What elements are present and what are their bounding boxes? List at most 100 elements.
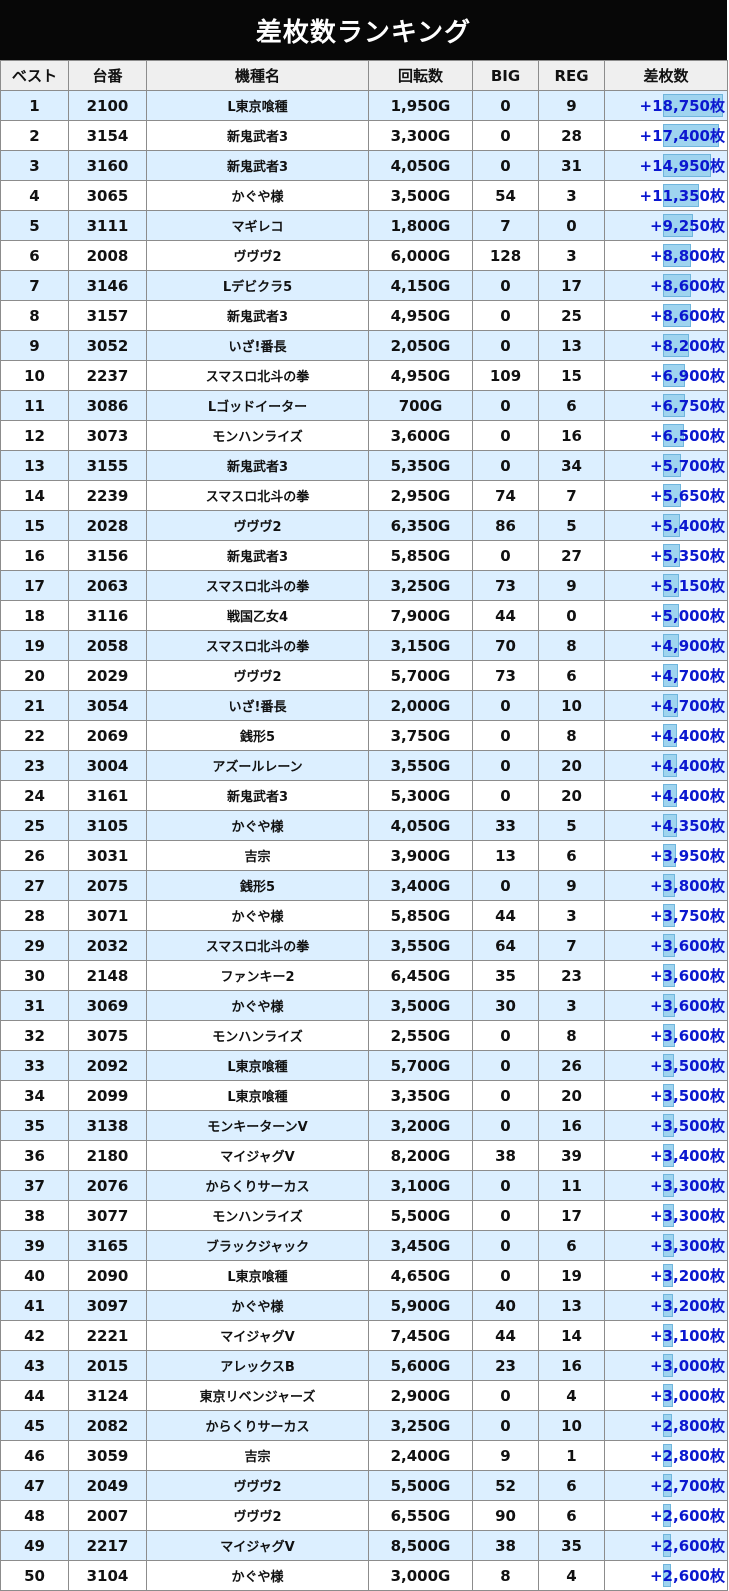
table-row: 17 2063 スマスロ北斗の拳 3,250G 73 9 +5,150枚 xyxy=(0,570,728,601)
machine-number-cell: 3097 xyxy=(68,1290,147,1321)
machine-name-cell: かぐや様 xyxy=(146,1290,369,1321)
machine-number-cell: 3065 xyxy=(68,180,147,211)
diff-cell: +2,600枚 xyxy=(604,1530,728,1561)
rank-cell: 21 xyxy=(0,690,69,721)
big-count-cell: 35 xyxy=(472,960,539,991)
rank-cell: 13 xyxy=(0,450,69,481)
diff-cell: +4,700枚 xyxy=(604,660,728,691)
table-row: 34 2099 L東京喰種 3,350G 0 20 +3,500枚 xyxy=(0,1080,728,1111)
diff-cell: +6,750枚 xyxy=(604,390,728,421)
rank-cell: 40 xyxy=(0,1260,69,1291)
reg-count-cell: 1 xyxy=(538,1440,605,1471)
big-count-cell: 0 xyxy=(472,150,539,181)
diff-cell: +9,250枚 xyxy=(604,210,728,241)
diff-value: +17,400枚 xyxy=(639,127,725,145)
spins-cell: 2,400G xyxy=(368,1440,473,1471)
machine-number-cell: 3077 xyxy=(68,1200,147,1231)
machine-number-cell: 3086 xyxy=(68,390,147,421)
big-count-cell: 44 xyxy=(472,900,539,931)
machine-number-cell: 2221 xyxy=(68,1320,147,1351)
machine-number-cell: 3156 xyxy=(68,540,147,571)
table-row: 14 2239 スマスロ北斗の拳 2,950G 74 7 +5,650枚 xyxy=(0,480,728,511)
big-count-cell: 0 xyxy=(472,120,539,151)
machine-number-cell: 2049 xyxy=(68,1470,147,1501)
diff-value: +6,750枚 xyxy=(649,397,725,415)
diff-cell: +18,750枚 xyxy=(604,90,728,121)
table-row: 29 2032 スマスロ北斗の拳 3,550G 64 7 +3,600枚 xyxy=(0,930,728,961)
diff-cell: +5,350枚 xyxy=(604,540,728,571)
machine-name-cell: 戦国乙女4 xyxy=(146,600,369,631)
spins-cell: 1,950G xyxy=(368,90,473,121)
diff-value: +3,400枚 xyxy=(649,1147,725,1165)
reg-count-cell: 6 xyxy=(538,840,605,871)
big-count-cell: 0 xyxy=(472,720,539,751)
big-count-cell: 33 xyxy=(472,810,539,841)
diff-value: +3,000枚 xyxy=(649,1387,725,1405)
reg-count-cell: 7 xyxy=(538,480,605,511)
diff-cell: +3,600枚 xyxy=(604,930,728,961)
reg-count-cell: 19 xyxy=(538,1260,605,1291)
diff-cell: +3,600枚 xyxy=(604,1020,728,1051)
diff-cell: +3,600枚 xyxy=(604,990,728,1021)
big-count-cell: 0 xyxy=(472,540,539,571)
diff-value: +3,300枚 xyxy=(649,1207,725,1225)
spins-cell: 2,900G xyxy=(368,1380,473,1411)
machine-number-cell: 3069 xyxy=(68,990,147,1021)
table-row: 32 3075 モンハンライズ 2,550G 0 8 +3,600枚 xyxy=(0,1020,728,1051)
table-row: 9 3052 いざ!番長 2,050G 0 13 +8,200枚 xyxy=(0,330,728,361)
machine-name-cell: ヴヴヴ2 xyxy=(146,510,369,541)
diff-value: +11,350枚 xyxy=(639,187,725,205)
table-header: ベスト 台番 機種名 回転数 BIG REG 差枚数 xyxy=(0,60,728,91)
big-count-cell: 90 xyxy=(472,1500,539,1531)
diff-cell: +6,500枚 xyxy=(604,420,728,451)
diff-value: +2,600枚 xyxy=(649,1507,725,1525)
rank-cell: 5 xyxy=(0,210,69,241)
rank-cell: 6 xyxy=(0,240,69,271)
machine-name-cell: いざ!番長 xyxy=(146,690,369,721)
table-row: 40 2090 L東京喰種 4,650G 0 19 +3,200枚 xyxy=(0,1260,728,1291)
diff-cell: +8,600枚 xyxy=(604,270,728,301)
diff-cell: +17,400枚 xyxy=(604,120,728,151)
machine-number-cell: 2217 xyxy=(68,1530,147,1561)
reg-count-cell: 17 xyxy=(538,1200,605,1231)
reg-count-cell: 6 xyxy=(538,1230,605,1261)
reg-count-cell: 25 xyxy=(538,300,605,331)
diff-value: +5,650枚 xyxy=(649,487,725,505)
reg-count-cell: 6 xyxy=(538,1470,605,1501)
table-row: 30 2148 ファンキー2 6,450G 35 23 +3,600枚 xyxy=(0,960,728,991)
big-count-cell: 0 xyxy=(472,330,539,361)
machine-number-cell: 2028 xyxy=(68,510,147,541)
diff-value: +3,300枚 xyxy=(649,1237,725,1255)
big-count-cell: 54 xyxy=(472,180,539,211)
spins-cell: 4,050G xyxy=(368,150,473,181)
machine-number-cell: 3161 xyxy=(68,780,147,811)
table-row: 42 2221 マイジャグV 7,450G 44 14 +3,100枚 xyxy=(0,1320,728,1351)
big-count-cell: 70 xyxy=(472,630,539,661)
diff-cell: +11,350枚 xyxy=(604,180,728,211)
reg-count-cell: 14 xyxy=(538,1320,605,1351)
machine-number-cell: 2069 xyxy=(68,720,147,751)
machine-number-cell: 3073 xyxy=(68,420,147,451)
diff-value: +4,350枚 xyxy=(649,817,725,835)
machine-number-cell: 3105 xyxy=(68,810,147,841)
big-count-cell: 23 xyxy=(472,1350,539,1381)
big-count-cell: 8 xyxy=(472,1560,539,1591)
reg-count-cell: 4 xyxy=(538,1380,605,1411)
spins-cell: 3,500G xyxy=(368,990,473,1021)
diff-value: +4,400枚 xyxy=(649,757,725,775)
machine-number-cell: 3054 xyxy=(68,690,147,721)
reg-count-cell: 10 xyxy=(538,690,605,721)
reg-count-cell: 15 xyxy=(538,360,605,391)
machine-number-cell: 2008 xyxy=(68,240,147,271)
machine-name-cell: L東京喰種 xyxy=(146,1050,369,1081)
column-header-rank: ベスト xyxy=(0,60,69,91)
table-row: 31 3069 かぐや様 3,500G 30 3 +3,600枚 xyxy=(0,990,728,1021)
table-row: 41 3097 かぐや様 5,900G 40 13 +3,200枚 xyxy=(0,1290,728,1321)
rank-cell: 34 xyxy=(0,1080,69,1111)
machine-name-cell: 新鬼武者3 xyxy=(146,780,369,811)
machine-name-cell: ヴヴヴ2 xyxy=(146,240,369,271)
table-row: 8 3157 新鬼武者3 4,950G 0 25 +8,600枚 xyxy=(0,300,728,331)
machine-number-cell: 2237 xyxy=(68,360,147,391)
machine-number-cell: 2148 xyxy=(68,960,147,991)
machine-number-cell: 2032 xyxy=(68,930,147,961)
